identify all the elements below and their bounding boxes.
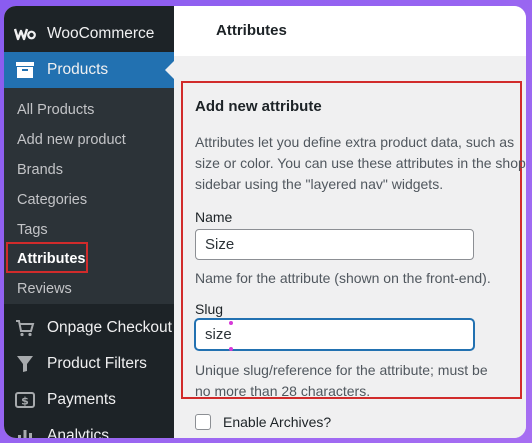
- description-line: sidebar using the "layered nav" widgets.: [195, 176, 444, 192]
- slug-input[interactable]: size: [195, 319, 474, 350]
- menu-onpage-checkout[interactable]: Onpage Checkout: [4, 310, 174, 346]
- text-cursor-handle: [229, 321, 233, 325]
- woocommerce-icon: [14, 24, 36, 44]
- description-line: Attributes let you define extra product …: [195, 134, 515, 150]
- slug-help-text: Unique slug/reference for the attribute;…: [195, 360, 488, 402]
- name-input[interactable]: Size: [195, 229, 474, 260]
- archive-box-icon: [14, 60, 36, 80]
- menu-label: Analytics: [47, 427, 110, 438]
- page-title: Attributes: [216, 22, 287, 39]
- menu-label: Onpage Checkout: [47, 319, 172, 336]
- chart-icon: [14, 426, 36, 438]
- submenu-all-products[interactable]: All Products: [17, 100, 94, 120]
- page-header: Attributes: [174, 6, 526, 56]
- form-heading: Add new attribute: [195, 98, 322, 115]
- menu-label: Product Filters: [47, 355, 147, 372]
- form-description: Attributes let you define extra product …: [195, 132, 526, 195]
- menu-label: Payments: [47, 391, 116, 408]
- window: WooCommerce Products All Products Add ne…: [4, 6, 526, 438]
- slug-help-line: no more than 28 characters.: [195, 383, 371, 399]
- name-label: Name: [195, 209, 233, 225]
- menu-label: Products: [47, 61, 109, 78]
- menu-payments[interactable]: $ Payments: [4, 382, 174, 418]
- submenu-add-new-product[interactable]: Add new product: [17, 130, 126, 150]
- slug-help-line: Unique slug/reference for the attribute;…: [195, 362, 488, 378]
- enable-archives-checkbox[interactable]: [195, 414, 211, 430]
- admin-sidebar: WooCommerce Products All Products Add ne…: [4, 6, 174, 438]
- menu-products[interactable]: Products: [4, 52, 174, 88]
- text-cursor-handle: [229, 347, 233, 351]
- dollar-icon: $: [14, 390, 36, 410]
- description-line: size or color. You can use these attribu…: [195, 155, 526, 171]
- filter-icon: [14, 354, 36, 374]
- menu-label: WooCommerce: [47, 25, 155, 42]
- submenu-categories[interactable]: Categories: [17, 190, 87, 210]
- menu-analytics[interactable]: Analytics: [4, 418, 174, 438]
- submenu-brands[interactable]: Brands: [17, 160, 63, 180]
- enable-archives-label: Enable Archives?: [223, 414, 332, 430]
- menu-woocommerce[interactable]: WooCommerce: [4, 16, 174, 52]
- svg-text:$: $: [21, 395, 29, 408]
- add-attribute-panel: Add new attribute Attributes let you def…: [174, 56, 526, 438]
- attributes-highlight-box: [6, 242, 88, 273]
- slug-label: Slug: [195, 301, 224, 317]
- name-help-text: Name for the attribute (shown on the fro…: [195, 270, 491, 286]
- submenu-tags[interactable]: Tags: [17, 220, 48, 240]
- submenu-reviews[interactable]: Reviews: [17, 279, 72, 299]
- cart-icon: [14, 318, 36, 338]
- menu-product-filters[interactable]: Product Filters: [4, 346, 174, 382]
